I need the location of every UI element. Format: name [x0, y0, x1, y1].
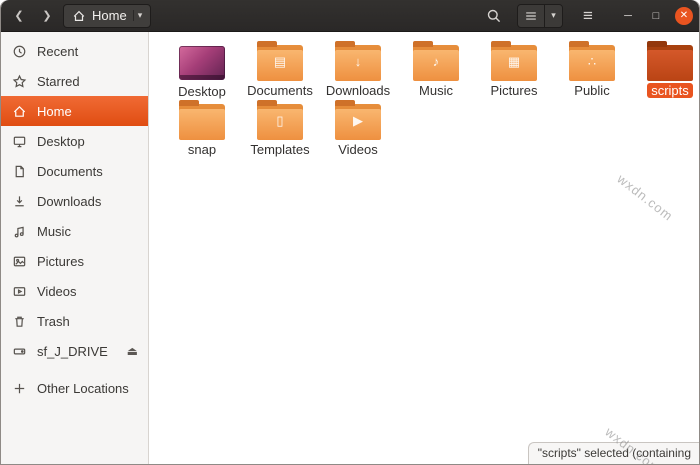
folder-icon: ↓: [335, 45, 381, 81]
sidebar-item-label: sf_J_DRIVE: [37, 344, 108, 359]
folder-icon: ♪: [413, 45, 459, 81]
file-label: Templates: [246, 142, 313, 157]
download-icon: [11, 193, 27, 209]
search-button[interactable]: [481, 3, 507, 29]
sidebar-item-recent[interactable]: Recent: [1, 36, 148, 66]
view-options-button[interactable]: ▾: [544, 5, 562, 27]
folder-icon: ▦: [491, 45, 537, 81]
maximize-button[interactable]: □: [647, 7, 665, 25]
sidebar-item-label: Desktop: [37, 134, 85, 149]
sidebar-item-sf-j-drive[interactable]: sf_J_DRIVE ⏏: [1, 336, 148, 366]
sidebar-item-label: Videos: [37, 284, 77, 299]
folder-icon: ▯: [257, 104, 303, 140]
window-body: Recent Starred Home Desktop: [1, 32, 699, 464]
sidebar-item-trash[interactable]: Trash: [1, 306, 148, 336]
picture-icon: [11, 253, 27, 269]
chevron-down-icon: ▾: [133, 10, 143, 21]
file-view: Desktop ▤ Documents ↓ Downloads: [149, 32, 699, 464]
list-view-button[interactable]: [518, 5, 544, 27]
file-item-music[interactable]: ♪ Music: [397, 40, 475, 99]
file-item-public[interactable]: ∴ Public: [553, 40, 631, 99]
sidebar-item-label: Home: [37, 104, 72, 119]
sidebar-item-label: Music: [37, 224, 71, 239]
desktop-folder-icon: [179, 46, 225, 80]
sidebar-item-downloads[interactable]: Downloads: [1, 186, 148, 216]
sidebar-item-label: Downloads: [37, 194, 101, 209]
file-item-documents[interactable]: ▤ Documents: [241, 40, 319, 99]
home-icon: [72, 9, 86, 23]
template-emblem-icon: ▯: [257, 114, 303, 127]
file-item-desktop[interactable]: Desktop: [163, 40, 241, 99]
folder-icon: [647, 45, 693, 81]
picture-emblem-icon: ▦: [491, 55, 537, 68]
sidebar-item-home[interactable]: Home: [1, 96, 148, 126]
sidebar-item-other-locations[interactable]: Other Locations: [1, 373, 148, 403]
eject-button[interactable]: ⏏: [127, 344, 138, 358]
drive-icon: [11, 343, 27, 359]
file-manager-window: ❮ ❯ Home ▾: [0, 0, 700, 465]
sidebar-item-label: Pictures: [37, 254, 84, 269]
folder-icon: [179, 104, 225, 140]
folder-icon: ▤: [257, 45, 303, 81]
file-label: Videos: [334, 142, 382, 157]
close-button[interactable]: ✕: [675, 7, 693, 25]
download-emblem-icon: ↓: [335, 55, 381, 68]
home-icon: [11, 103, 27, 119]
document-emblem-icon: ▤: [257, 55, 303, 68]
sidebar-item-pictures[interactable]: Pictures: [1, 246, 148, 276]
file-label: Public: [570, 83, 613, 98]
file-label: snap: [184, 142, 220, 157]
file-label: Pictures: [487, 83, 542, 98]
back-button[interactable]: ❮: [7, 4, 31, 28]
view-toggle-group: ▾: [517, 4, 563, 28]
folder-icon: ▶: [335, 104, 381, 140]
file-item-videos[interactable]: ▶ Videos: [319, 99, 397, 158]
video-icon: [11, 283, 27, 299]
share-emblem-icon: ∴: [569, 55, 615, 68]
menu-button[interactable]: ≡: [575, 3, 601, 29]
folder-icon: ∴: [569, 45, 615, 81]
file-grid: Desktop ▤ Documents ↓ Downloads: [163, 40, 699, 158]
file-label: scripts: [647, 83, 693, 98]
sidebar-item-documents[interactable]: Documents: [1, 156, 148, 186]
file-item-snap[interactable]: snap: [163, 99, 241, 158]
trash-icon: [11, 313, 27, 329]
sidebar-item-videos[interactable]: Videos: [1, 276, 148, 306]
location-label: Home: [92, 8, 127, 23]
status-bar: "scripts" selected (containing: [528, 442, 699, 464]
sidebar-item-label: Starred: [37, 74, 80, 89]
sidebar-item-label: Recent: [37, 44, 78, 59]
desktop-icon: [11, 133, 27, 149]
sidebar-item-starred[interactable]: Starred: [1, 66, 148, 96]
file-label: Documents: [243, 83, 317, 98]
location-button[interactable]: Home ▾: [63, 4, 151, 28]
search-icon: [486, 8, 502, 24]
window-controls: ─ □ ✕: [619, 7, 693, 25]
minimize-button[interactable]: ─: [619, 7, 637, 25]
sidebar-item-music[interactable]: Music: [1, 216, 148, 246]
music-emblem-icon: ♪: [413, 55, 459, 68]
video-emblem-icon: ▶: [335, 114, 381, 127]
sidebar-item-desktop[interactable]: Desktop: [1, 126, 148, 156]
star-icon: [11, 73, 27, 89]
music-icon: [11, 223, 27, 239]
file-label: Downloads: [322, 83, 394, 98]
file-label: Desktop: [174, 84, 230, 99]
plus-icon: [11, 380, 27, 396]
file-item-downloads[interactable]: ↓ Downloads: [319, 40, 397, 99]
clock-icon: [11, 43, 27, 59]
sidebar: Recent Starred Home Desktop: [1, 32, 149, 464]
file-item-scripts[interactable]: scripts: [631, 40, 699, 99]
sidebar-item-label: Documents: [37, 164, 103, 179]
file-label: Music: [415, 83, 457, 98]
file-item-pictures[interactable]: ▦ Pictures: [475, 40, 553, 99]
watermark: wxdn.com: [615, 171, 677, 224]
file-item-templates[interactable]: ▯ Templates: [241, 99, 319, 158]
list-view-icon: [524, 9, 538, 23]
sidebar-item-label: Trash: [37, 314, 70, 329]
document-icon: [11, 163, 27, 179]
sidebar-item-label: Other Locations: [37, 381, 129, 396]
forward-button[interactable]: ❯: [35, 4, 59, 28]
header-bar: ❮ ❯ Home ▾: [1, 0, 699, 32]
